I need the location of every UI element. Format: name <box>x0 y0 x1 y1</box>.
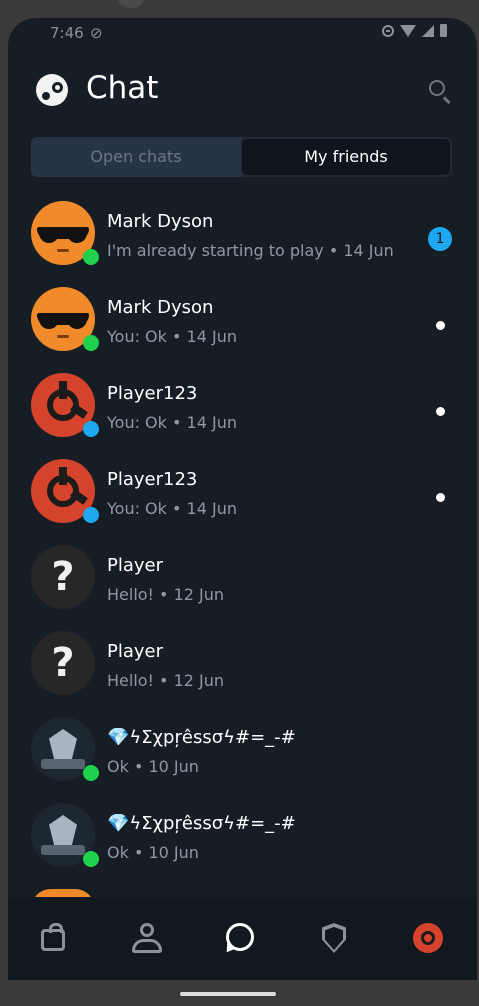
wifi-icon <box>400 24 416 37</box>
chat-row[interactable]: ? Player Hello! • 12 Jun <box>8 627 477 713</box>
contact-name: 💎ϟΣχpŗêssσϟ#=_-# <box>107 813 296 834</box>
avatar-icon <box>413 923 443 953</box>
contact-name: Mark Dyson <box>107 297 214 318</box>
contact-name: Player <box>107 555 164 576</box>
profile-nav-button[interactable] <box>127 919 167 959</box>
app-header: Chat <box>8 68 477 118</box>
guard-nav-button[interactable] <box>314 919 354 959</box>
message-preview: Ok • 10 Jun <box>107 757 199 776</box>
contact-name: Player123 <box>107 469 198 490</box>
contact-name: Player123 <box>107 383 198 404</box>
unread-dot <box>436 407 445 416</box>
chat-nav-button[interactable] <box>220 919 260 959</box>
contact-name: Player <box>107 641 164 662</box>
avatar: ? <box>31 631 95 695</box>
dnd-icon <box>382 24 394 37</box>
person-icon <box>140 923 154 937</box>
device-frame: 7:46 ⊘ Chat Open chats My friends Mark D… <box>0 0 479 1006</box>
chat-tabs: Open chats My friends <box>31 137 452 177</box>
home-indicator[interactable] <box>180 992 276 996</box>
account-nav-button[interactable] <box>409 919 449 959</box>
question-mark-icon: ? <box>51 554 75 600</box>
online-status-dot <box>83 335 99 351</box>
chat-row[interactable]: 💎ϟΣχpŗêssσϟ#=_-# Ok • 10 Jun <box>8 713 477 799</box>
contact-name: Mark Dyson <box>107 211 214 232</box>
message-preview: I'm already starting to play • 14 Jun <box>107 241 394 260</box>
chat-row[interactable]: Player123 You: Ok • 14 Jun <box>8 455 477 541</box>
chat-row[interactable]: Mark Dyson You: Ok • 14 Jun <box>8 283 477 369</box>
camera <box>118 0 144 8</box>
bottom-navigation <box>8 897 477 980</box>
in-game-status-dot <box>83 507 99 523</box>
message-preview: Ok • 10 Jun <box>107 843 199 862</box>
avatar: ? <box>31 545 95 609</box>
message-preview: You: Ok • 14 Jun <box>107 413 237 432</box>
message-preview: Hello! • 12 Jun <box>107 585 225 604</box>
tab-open-chats[interactable]: Open chats <box>31 137 241 177</box>
chat-row[interactable]: ? Player Hello! • 12 Jun <box>8 541 477 627</box>
online-status-dot <box>83 851 99 867</box>
signal-icon <box>422 24 434 37</box>
contact-name: 💎ϟΣχpŗêssσϟ#=_-# <box>107 727 296 748</box>
message-preview: You: Ok • 14 Jun <box>107 327 237 346</box>
in-game-status-dot <box>83 421 99 437</box>
page-title: Chat <box>86 70 159 106</box>
unread-dot <box>436 321 445 330</box>
unread-count-badge: 1 <box>428 227 452 251</box>
data-saver-icon: ⊘ <box>90 24 103 42</box>
question-mark-icon: ? <box>51 640 75 686</box>
steam-logo-icon <box>36 74 68 106</box>
store-nav-button[interactable] <box>34 919 74 959</box>
online-status-dot <box>83 249 99 265</box>
unread-dot <box>436 493 445 502</box>
search-icon[interactable] <box>429 80 445 96</box>
status-bar: 7:46 ⊘ <box>8 18 477 48</box>
chat-row[interactable]: Player123 You: Ok • 14 Jun <box>8 369 477 455</box>
tab-my-friends[interactable]: My friends <box>242 139 450 175</box>
battery-icon <box>440 24 447 37</box>
shopping-bag-icon <box>41 923 65 951</box>
status-icons <box>382 24 447 37</box>
online-status-dot <box>83 765 99 781</box>
message-preview: Hello! • 12 Jun <box>107 671 225 690</box>
message-preview: You: Ok • 14 Jun <box>107 499 237 518</box>
chat-row[interactable]: 💎ϟΣχpŗêssσϟ#=_-# Ok • 10 Jun <box>8 799 477 885</box>
status-time: 7:46 <box>50 24 84 42</box>
app-screen: 7:46 ⊘ Chat Open chats My friends Mark D… <box>8 18 477 980</box>
chat-row[interactable]: Mark Dyson I'm already starting to play … <box>8 197 477 283</box>
